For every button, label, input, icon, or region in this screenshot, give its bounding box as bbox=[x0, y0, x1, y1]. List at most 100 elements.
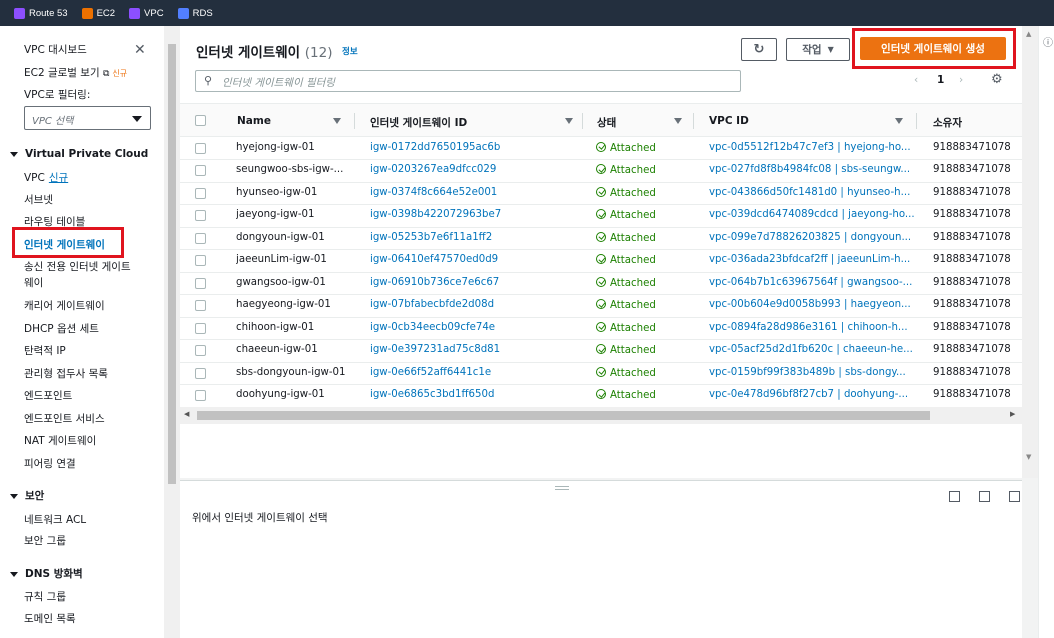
section-vpc[interactable]: Virtual Private Cloud bbox=[10, 148, 148, 160]
scroll-right-icon[interactable]: ▶ bbox=[1010, 410, 1015, 418]
scroll-up-icon[interactable]: ▲ bbox=[1026, 30, 1031, 38]
new-link[interactable]: 신규 bbox=[49, 172, 68, 184]
next-page-icon[interactable]: › bbox=[959, 74, 963, 86]
sidebar-item-domain-lists[interactable]: 도메인 목록 bbox=[24, 611, 76, 626]
cell-igw-id[interactable]: igw-07bfabecbfde2d08d bbox=[370, 299, 580, 310]
cell-vpc-id[interactable]: vpc-00b604e9d0058b993 | haegyeon... bbox=[709, 299, 914, 310]
prev-page-icon[interactable]: ‹ bbox=[914, 74, 918, 86]
cell-vpc-id[interactable]: vpc-099e7d78826203825 | dongyoun... bbox=[709, 232, 914, 243]
cell-vpc-id[interactable]: vpc-043866d50fc1481d0 | hyunseo-h... bbox=[709, 187, 914, 198]
cell-vpc-id[interactable]: vpc-0e478d96bf8f27cb7 | doohyung-... bbox=[709, 389, 914, 400]
cell-vpc-id[interactable]: vpc-027fd8f8b4984fc08 | sbs-seungw... bbox=[709, 164, 914, 175]
scroll-down-icon[interactable]: ▼ bbox=[1026, 453, 1031, 461]
cell-igw-id[interactable]: igw-06910b736ce7e6c67 bbox=[370, 277, 580, 288]
favorite-ec2[interactable]: EC2 bbox=[81, 7, 115, 19]
cell-vpc-id[interactable]: vpc-036ada23bfdcaf2ff | jaeeunLim-h... bbox=[709, 254, 914, 265]
sort-icon[interactable] bbox=[674, 118, 682, 124]
cell-igw-id[interactable]: igw-05253b7e6f11a1ff2 bbox=[370, 232, 580, 243]
row-checkbox[interactable] bbox=[195, 187, 206, 199]
row-checkbox[interactable] bbox=[195, 367, 206, 379]
row-checkbox[interactable] bbox=[195, 255, 206, 266]
refresh-button[interactable]: ↻ bbox=[741, 38, 777, 61]
sidebar-item-nat-gateways[interactable]: NAT 게이트웨이 bbox=[24, 433, 96, 448]
row-checkbox[interactable] bbox=[195, 277, 206, 289]
sort-icon[interactable] bbox=[895, 118, 903, 124]
settings-icon[interactable]: ⚙ bbox=[991, 72, 1003, 87]
table-row[interactable]: chihoon-igw-01 igw-0cb34eecb09cfe74e Attac… bbox=[180, 318, 1022, 340]
info-panel-icon[interactable]: ⓘ bbox=[1043, 34, 1053, 49]
sidebar-item-endpoints[interactable]: 엔드포인트 bbox=[24, 388, 72, 403]
table-row[interactable]: gwangsoo-igw-01 igw-06910b736ce7e6c67 Atta… bbox=[180, 273, 1022, 295]
cell-igw-id[interactable]: igw-0e66f52aff6441c1e bbox=[370, 367, 580, 378]
sidebar-item-network-acl[interactable]: 네트워크 ACL bbox=[24, 512, 86, 527]
sidebar-item-vpc[interactable]: VPC 신규 bbox=[24, 170, 68, 185]
cell-igw-id[interactable]: igw-0374f8c664e52e001 bbox=[370, 187, 580, 198]
sidebar-item-egress-only-gateways[interactable]: 송신 전용 인터넷 게이트 bbox=[24, 259, 131, 274]
column-header-state[interactable]: 상태 bbox=[597, 115, 616, 130]
search-input[interactable]: ⚲ 인터넷 게이트웨이 필터링 bbox=[195, 70, 741, 92]
main-scrollbar[interactable] bbox=[1022, 26, 1038, 478]
sidebar-item-egress-only-gateways-cont[interactable]: 웨이 bbox=[24, 275, 43, 290]
sort-icon[interactable] bbox=[565, 118, 573, 124]
sidebar-item-peering[interactable]: 피어링 연결 bbox=[24, 456, 76, 471]
info-link[interactable]: 정보 bbox=[342, 45, 358, 57]
split-panel-full-icon[interactable] bbox=[1009, 491, 1020, 502]
sidebar-item-vpc-dashboard[interactable]: VPC 대시보드 bbox=[24, 42, 87, 57]
column-header-owner[interactable]: 소유자 bbox=[933, 115, 962, 130]
section-dns-firewall[interactable]: DNS 방화벽 bbox=[10, 566, 83, 581]
row-checkbox[interactable] bbox=[195, 322, 206, 334]
column-header-name[interactable]: Name bbox=[237, 115, 271, 127]
sort-icon[interactable] bbox=[333, 118, 341, 124]
row-checkbox[interactable] bbox=[195, 232, 206, 244]
cell-vpc-id[interactable]: vpc-0d5512f12b47c7ef3 | hyejong-ho... bbox=[709, 142, 914, 153]
cell-vpc-id[interactable]: vpc-064b7b1c63967564f | gwangsoo-... bbox=[709, 277, 914, 288]
sidebar-item-elastic-ip[interactable]: 탄력적 IP bbox=[24, 343, 66, 358]
cell-vpc-id[interactable]: vpc-039dcd6474089cdcd | jaeyong-ho... bbox=[709, 209, 914, 220]
table-row[interactable]: chaeeun-igw-01 igw-0e397231ad75c8d81 Attac… bbox=[180, 340, 1022, 363]
cell-igw-id[interactable]: igw-06410ef47570ed0d9 bbox=[370, 254, 580, 265]
table-row[interactable]: hyunseo-igw-01 igw-0374f8c664e52e001 Attac… bbox=[180, 183, 1022, 205]
sidebar-item-carrier-gateways[interactable]: 캐리어 게이트웨이 bbox=[24, 298, 105, 313]
cell-igw-id[interactable]: igw-0398b422072963be7 bbox=[370, 209, 580, 220]
table-row[interactable]: dongyoun-igw-01 igw-05253b7e6f11a1ff2 Atta… bbox=[180, 228, 1022, 250]
table-row[interactable]: sbs-dongyoun-igw-01 igw-0e66f52aff6441c1e… bbox=[180, 363, 1022, 385]
table-row[interactable]: doohyung-igw-01 igw-0e6865c3bd1ff650d Atta… bbox=[180, 385, 1022, 408]
close-icon[interactable]: ✕ bbox=[134, 42, 146, 58]
favorite-vpc[interactable]: VPC bbox=[129, 7, 164, 19]
table-row[interactable]: hyejong-igw-01 igw-0172dd7650195ac6b Attac… bbox=[180, 138, 1022, 160]
row-checkbox[interactable] bbox=[195, 210, 206, 221]
table-row[interactable]: jaeyong-igw-01 igw-0398b422072963be7 Attac… bbox=[180, 205, 1022, 228]
sidebar-scrollbar-thumb[interactable] bbox=[168, 44, 176, 484]
sidebar-item-endpoint-services[interactable]: 엔드포인트 서비스 bbox=[24, 411, 105, 426]
row-checkbox[interactable] bbox=[195, 300, 206, 311]
sidebar-item-prefix-lists[interactable]: 관리형 접두사 목록 bbox=[24, 366, 108, 381]
sidebar-item-rule-groups[interactable]: 규칙 그룹 bbox=[24, 589, 66, 604]
row-checkbox[interactable] bbox=[195, 165, 206, 176]
actions-button[interactable]: 작업 ▼ bbox=[786, 38, 850, 61]
cell-igw-id[interactable]: igw-0cb34eecb09cfe74e bbox=[370, 322, 580, 333]
cell-igw-id[interactable]: igw-0e397231ad75c8d81 bbox=[370, 344, 580, 355]
table-row[interactable]: haegyeong-igw-01 igw-07bfabecbfde2d08d Att… bbox=[180, 295, 1022, 318]
sidebar-item-subnets[interactable]: 서브넷 bbox=[24, 192, 53, 207]
sidebar-item-dhcp-options[interactable]: DHCP 옵션 세트 bbox=[24, 321, 99, 336]
select-all-checkbox[interactable] bbox=[195, 115, 206, 126]
row-checkbox[interactable] bbox=[195, 390, 206, 401]
favorite-rds[interactable]: RDS bbox=[177, 7, 213, 19]
horizontal-scrollbar-thumb[interactable] bbox=[197, 411, 930, 420]
cell-igw-id[interactable]: igw-0203267ea9dfcc029 bbox=[370, 164, 580, 175]
cell-vpc-id[interactable]: vpc-05acf25d2d1fb620c | chaeeun-he... bbox=[709, 344, 914, 355]
cell-igw-id[interactable]: igw-0e6865c3bd1ff650d bbox=[370, 389, 580, 400]
cell-igw-id[interactable]: igw-0172dd7650195ac6b bbox=[370, 142, 580, 153]
page-number[interactable]: 1 bbox=[937, 74, 944, 86]
vpc-filter-select[interactable]: VPC 선택 bbox=[24, 106, 151, 130]
sidebar-item-security-groups[interactable]: 보안 그룹 bbox=[24, 533, 66, 548]
table-row[interactable]: seungwoo-sbs-igw-... igw-0203267ea9dfcc02… bbox=[180, 160, 1022, 183]
sidebar-item-ec2-global-view[interactable]: EC2 글로벌 보기 ⧉ 신규 bbox=[24, 65, 127, 80]
resize-handle-icon[interactable] bbox=[555, 486, 569, 490]
cell-vpc-id[interactable]: vpc-0159bf99f383b489b | sbs-dongy... bbox=[709, 367, 914, 378]
table-row[interactable]: jaeeunLim-igw-01 igw-06410ef47570ed0d9 Att… bbox=[180, 250, 1022, 273]
column-header-igw-id[interactable]: 인터넷 게이트웨이 ID bbox=[370, 115, 467, 130]
row-checkbox[interactable] bbox=[195, 345, 206, 356]
column-header-vpc-id[interactable]: VPC ID bbox=[709, 115, 749, 127]
split-panel-bottom-icon[interactable] bbox=[949, 491, 960, 502]
